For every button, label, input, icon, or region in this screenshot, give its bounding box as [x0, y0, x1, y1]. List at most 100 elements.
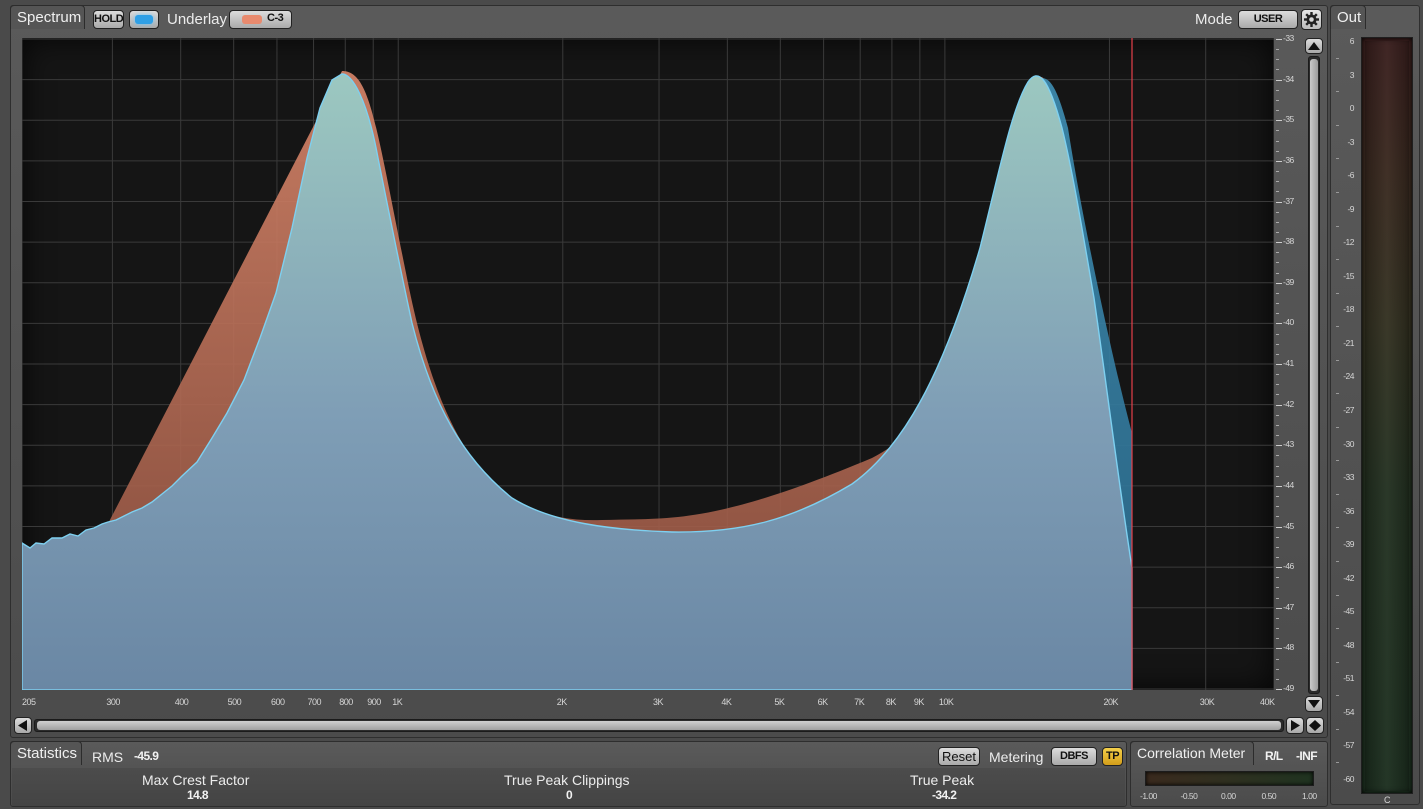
- output-tick-label: -57: [1343, 740, 1354, 751]
- db-major-tick: [1276, 689, 1282, 690]
- output-tick-label: -42: [1343, 572, 1354, 583]
- hold-button[interactable]: HOLD: [93, 10, 124, 29]
- output-minor-tick: [1336, 259, 1339, 261]
- db-minor-tick: [1276, 272, 1279, 274]
- tab-out[interactable]: Out: [1330, 5, 1366, 29]
- horizontal-scroll-thumb[interactable]: [37, 721, 1281, 730]
- reset-button[interactable]: Reset: [938, 747, 980, 766]
- output-minor-tick: [1336, 292, 1339, 294]
- output-tick-label: -51: [1343, 673, 1354, 684]
- output-minor-tick: [1336, 359, 1339, 361]
- db-minor-tick: [1276, 394, 1279, 396]
- db-minor-tick: [1276, 191, 1279, 193]
- output-minor-tick: [1336, 225, 1339, 227]
- correlation-tick-label: 1.00: [1302, 791, 1317, 801]
- correlation-tick-label: 0.00: [1221, 791, 1236, 801]
- db-minor-tick: [1276, 99, 1279, 101]
- db-major-tick: [1276, 567, 1282, 569]
- db-tick-label: -47: [1283, 601, 1294, 612]
- output-tick-label: -9: [1347, 203, 1354, 214]
- db-tick-label: -35: [1283, 114, 1294, 125]
- db-minor-tick: [1276, 556, 1279, 558]
- db-minor-tick: [1276, 181, 1279, 183]
- metering-label: Metering: [989, 749, 1044, 765]
- scroll-right-button[interactable]: [1286, 717, 1304, 734]
- db-minor-tick: [1276, 343, 1279, 345]
- db-major-tick: [1276, 445, 1282, 447]
- output-tick-label: -30: [1343, 438, 1354, 449]
- horizontal-zoom-scrollbar[interactable]: [14, 716, 1324, 735]
- underlay-button[interactable]: C-3: [229, 10, 292, 29]
- vertical-scroll-track[interactable]: [1308, 56, 1320, 694]
- db-minor-tick: [1276, 313, 1279, 315]
- db-major-tick: [1276, 323, 1282, 325]
- tab-statistics[interactable]: Statistics: [10, 741, 82, 765]
- true-peak-toggle[interactable]: TP: [1102, 747, 1123, 766]
- db-tick-label: -34: [1283, 73, 1294, 84]
- correlation-mode-value[interactable]: R/L: [1265, 749, 1283, 763]
- db-minor-tick: [1276, 658, 1279, 660]
- output-tick-label: -36: [1343, 505, 1354, 516]
- freq-tick-label: 300: [106, 697, 120, 707]
- output-minor-tick: [1336, 393, 1339, 395]
- db-minor-tick: [1276, 252, 1279, 254]
- db-minor-tick: [1276, 171, 1279, 173]
- output-minor-tick: [1336, 326, 1339, 328]
- output-tick-label: -27: [1343, 405, 1354, 415]
- vertical-scroll-thumb[interactable]: [1310, 59, 1318, 691]
- mode-dropdown[interactable]: USER: [1238, 10, 1298, 29]
- mode-label: Mode: [1195, 11, 1233, 28]
- freq-tick-label: 700: [307, 697, 322, 707]
- db-minor-tick: [1276, 211, 1279, 213]
- db-tick-label: -33: [1283, 33, 1294, 43]
- freq-tick-label: 2K: [556, 697, 568, 707]
- db-major-tick: [1276, 201, 1282, 203]
- vertical-zoom-scrollbar[interactable]: [1305, 38, 1323, 714]
- output-tick-label: -15: [1343, 270, 1354, 281]
- freq-tick-label: 500: [227, 697, 242, 707]
- db-minor-tick: [1276, 130, 1279, 132]
- db-tick-label: -45: [1283, 520, 1294, 531]
- underlay-color-swatch: [242, 15, 262, 24]
- db-major-tick: [1276, 648, 1282, 650]
- db-minor-tick: [1276, 384, 1279, 386]
- db-minor-tick: [1276, 475, 1279, 477]
- output-tick-label: 0: [1349, 103, 1355, 114]
- db-minor-tick: [1276, 668, 1279, 670]
- output-tick-label: -33: [1343, 472, 1354, 483]
- output-tick-label: -39: [1343, 539, 1354, 550]
- db-minor-tick: [1276, 262, 1279, 264]
- freq-tick-label: 900: [367, 697, 381, 707]
- tab-spectrum[interactable]: Spectrum: [10, 5, 85, 29]
- db-tick-label: -36: [1283, 154, 1294, 165]
- zoom-reset-diamond-button[interactable]: [1306, 717, 1324, 734]
- output-tick-label: -12: [1343, 237, 1354, 248]
- output-minor-tick: [1336, 661, 1339, 663]
- tab-correlation-meter[interactable]: Correlation Meter: [1130, 741, 1254, 765]
- metering-dropdown[interactable]: DBFS: [1051, 747, 1097, 766]
- db-tick-label: -37: [1283, 195, 1294, 206]
- db-tick-label: -40: [1283, 317, 1294, 328]
- horizontal-scroll-track[interactable]: [34, 719, 1284, 732]
- freq-tick-label: 5K: [774, 697, 785, 707]
- freq-tick-label: 4K: [721, 697, 732, 707]
- scroll-up-button[interactable]: [1305, 38, 1323, 54]
- scroll-down-button[interactable]: [1305, 696, 1323, 712]
- output-minor-tick: [1336, 191, 1339, 193]
- db-tick-label: -39: [1283, 276, 1294, 287]
- output-db-scale: 6 3 0 -3 -6 -9 -12 -15 -18 -21 -24 -27 -30 -33 -36 -39 -…: [1334, 36, 1356, 791]
- db-minor-tick: [1276, 414, 1279, 416]
- rms-label: RMS: [92, 749, 124, 765]
- db-minor-tick: [1276, 424, 1279, 426]
- spectrum-display[interactable]: [22, 38, 1274, 690]
- hold-color-button[interactable]: [129, 10, 159, 29]
- output-minor-tick: [1336, 594, 1339, 596]
- output-minor-tick: [1336, 493, 1339, 495]
- correlation-tick-label: -1.00: [1140, 791, 1157, 801]
- scroll-left-button[interactable]: [14, 717, 32, 734]
- settings-gear-icon[interactable]: [1301, 9, 1322, 30]
- freq-tick-label: 8K: [885, 697, 897, 707]
- db-minor-tick: [1276, 303, 1279, 305]
- db-tick-label: -41: [1283, 358, 1294, 368]
- max-crest-factor-value: 14.8: [187, 788, 209, 802]
